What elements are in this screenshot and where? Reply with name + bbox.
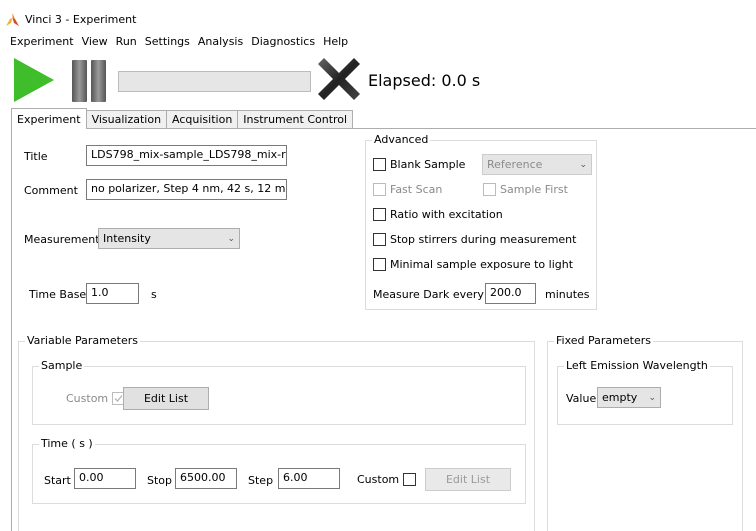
sample-edit-list-button[interactable]: Edit List	[123, 387, 209, 410]
checkbox-box	[373, 233, 386, 246]
tab-visualization[interactable]: Visualization	[85, 110, 168, 129]
menu-help[interactable]: Help	[323, 35, 348, 48]
menu-view[interactable]: View	[82, 35, 108, 48]
checkbox-box	[373, 158, 386, 171]
time-custom-label: Custom	[357, 473, 400, 486]
measurement-value: Intensity	[103, 232, 151, 245]
pause-bar-left	[72, 60, 87, 102]
blank-sample-checkbox[interactable]: Blank Sample	[373, 158, 465, 171]
emission-value: empty	[602, 391, 638, 404]
time-edit-list-button[interactable]: Edit List	[425, 468, 511, 491]
step-label: Step	[248, 474, 274, 487]
sample-custom-label: Custom	[66, 392, 109, 405]
checkbox-box	[373, 208, 386, 221]
stop-stirrers-checkbox[interactable]: Stop stirrers during measurement	[373, 233, 576, 246]
pause-button[interactable]	[72, 60, 106, 102]
value-label: Value	[566, 392, 597, 405]
ratio-label: Ratio with excitation	[390, 208, 503, 221]
emission-value-select[interactable]: empty ⌄	[597, 387, 661, 408]
checkbox-box	[373, 183, 386, 196]
time-custom-checkbox[interactable]: Custom	[357, 473, 417, 486]
vinci-app-icon	[6, 12, 19, 26]
elapsed-time: Elapsed: 0.0 s	[368, 71, 481, 90]
chevron-down-icon: ⌄	[579, 159, 587, 170]
reference-value: Reference	[487, 158, 543, 171]
sample-first-checkbox[interactable]: Sample First	[483, 183, 568, 196]
menu-run[interactable]: Run	[116, 35, 137, 48]
checkbox-box	[483, 183, 496, 196]
timebase-label: Time Base	[29, 288, 87, 301]
title-bar: Vinci 3 - Experiment	[6, 10, 136, 28]
checkbox-box	[373, 258, 386, 271]
tab-instrument-control[interactable]: Instrument Control	[237, 110, 354, 129]
stop-input[interactable]: 6500.00	[175, 468, 237, 489]
sample-first-label: Sample First	[500, 183, 568, 196]
left-emission-title: Left Emission Wavelength	[564, 359, 710, 372]
step-input[interactable]: 6.00	[278, 468, 340, 489]
start-input[interactable]: 0.00	[74, 468, 136, 489]
menu-bar: Experiment View Run Settings Analysis Di…	[10, 35, 348, 48]
window-title: Vinci 3 - Experiment	[25, 12, 137, 26]
reference-select[interactable]: Reference ⌄	[482, 154, 592, 175]
comment-input[interactable]: no polarizer, Step 4 nm, 42 s, 12 mW	[86, 179, 287, 200]
minimal-exposure-label: Minimal sample exposure to light	[390, 258, 574, 271]
menu-diagnostics[interactable]: Diagnostics	[251, 35, 315, 48]
measure-dark-unit: minutes	[545, 288, 590, 301]
menu-analysis[interactable]: Analysis	[198, 35, 243, 48]
title-label: Title	[24, 150, 48, 163]
pause-bar-right	[91, 60, 106, 102]
blank-sample-label: Blank Sample	[390, 158, 466, 171]
time-title: Time ( s )	[39, 437, 95, 450]
measurement-select[interactable]: Intensity ⌄	[98, 228, 240, 249]
start-label: Start	[44, 474, 71, 487]
minimal-exposure-checkbox[interactable]: Minimal sample exposure to light	[373, 258, 573, 271]
progress-bar	[118, 71, 311, 92]
stop-label: Stop	[147, 474, 173, 487]
tab-strip: Experiment Visualization Acquisition Ins…	[11, 108, 354, 129]
sample-custom-checkbox[interactable]: Custom	[66, 392, 126, 405]
stop-icon[interactable]	[314, 54, 364, 104]
checkbox-box	[403, 473, 417, 486]
fixed-parameters-title: Fixed Parameters	[554, 334, 653, 347]
ratio-checkbox[interactable]: Ratio with excitation	[373, 208, 503, 221]
measure-dark-label: Measure Dark every	[373, 288, 484, 301]
tab-acquisition[interactable]: Acquisition	[166, 110, 239, 129]
menu-settings[interactable]: Settings	[145, 35, 190, 48]
timebase-unit: s	[151, 288, 157, 301]
stop-stirrers-label: Stop stirrers during measurement	[390, 233, 577, 246]
fast-scan-label: Fast Scan	[390, 183, 443, 196]
fast-scan-checkbox[interactable]: Fast Scan	[373, 183, 442, 196]
menu-experiment[interactable]: Experiment	[10, 35, 74, 48]
chevron-down-icon: ⌄	[648, 392, 656, 403]
measure-dark-input[interactable]: 200.0	[485, 283, 536, 304]
sample-title: Sample	[39, 359, 85, 372]
variable-parameters-title: Variable Parameters	[25, 334, 140, 347]
comment-label: Comment	[24, 184, 78, 197]
start-button[interactable]	[14, 58, 54, 102]
timebase-input[interactable]: 1.0	[86, 283, 139, 304]
measurement-label: Measurement	[24, 233, 100, 246]
tab-experiment[interactable]: Experiment	[11, 108, 87, 129]
advanced-title: Advanced	[372, 133, 431, 146]
title-input[interactable]: LDS798_mix-sample_LDS798_mix-ref	[86, 145, 287, 166]
chevron-down-icon: ⌄	[227, 233, 235, 244]
